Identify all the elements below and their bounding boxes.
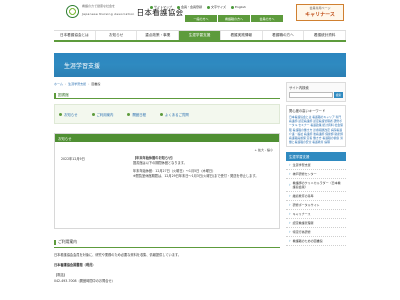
audience-button-public[interactable]: 一般の方へ [185,15,217,22]
notice-text: 【年末年始休館のお知らせ】 図書館は以下の期間休館となります。 年末年始休館：1… [133,156,273,180]
util-link-font-size[interactable]: 文字サイズ [207,5,226,9]
site-search-box: サイト内検索 検索 [286,82,346,102]
search-row: 検索 [287,92,345,101]
notice-line-3: ※閲覧室休館期間は、12月29日年末日～1月3日(火曜日)まで受付・発送を停止し… [133,174,259,179]
side-nav-item[interactable]: 特定行為研修 [286,228,346,238]
gnav-item-practice[interactable]: 看護実践情報 [221,31,263,40]
util-link-english[interactable]: English [231,5,246,9]
cta-main-label: キャリナース [305,12,335,18]
sidebar: サイト内検索 検索 関心度の高いキーワード 日本看護協会とは 看護職のキャリア … [286,82,346,247]
site-search-heading: サイト内検索 [289,86,309,90]
side-nav-item[interactable]: 研修ポータルサイト [286,201,346,211]
gnav-item-for-nurses[interactable]: 看護職の方へ [263,31,305,40]
gnav-item-lifelong-learning[interactable]: 生涯学習支援 [179,31,221,40]
side-nav-item[interactable]: キャリナース [286,210,346,220]
notice-header: お知らせ [55,134,279,142]
breadcrumb: ホーム › 生涯学習支援 › 図書館 [54,82,100,86]
breadcrumb-separator: › [64,82,67,86]
logo-mark-icon [66,5,79,18]
search-input[interactable] [289,92,333,98]
tab-faq[interactable]: よくあるご質問 [160,112,189,117]
section-bar-icon [54,92,56,98]
page-banner: 生涯学習支援 [54,53,346,77]
utility-links: サイトマップ 会員・会員登録 文字サイズ English [150,5,246,9]
tab-schedule[interactable]: 開館日程 [127,112,146,117]
breadcrumb-separator: › [88,82,90,86]
logo-name-text: 日本看護協会 [136,7,184,17]
usage-title: ご利用案内 [54,239,280,248]
page-title: 生涯学習支援 [64,63,101,70]
side-nav-item[interactable]: 認定看護管理者 [286,219,346,229]
tab-usage[interactable]: ご利用案内 [92,112,114,117]
side-nav-item[interactable]: 継続教育の基準 [286,192,346,202]
side-nav-item[interactable]: 看護職のための図書館 [286,237,346,247]
carinurse-button[interactable]: 会員専用ページ キャリナース [296,4,344,21]
audience-buttons: 一般の方へ 看護職の方へ 会員の方へ [185,15,283,22]
section-title: 図書館 [58,92,69,97]
logo-org-en: Japanese Nursing Association [82,11,135,16]
usage-paragraph-2: 日本看護協会図書館（現況） [54,262,96,267]
gnav-item-policy[interactable]: 重点政策・事業 [137,31,180,40]
tab-news[interactable]: お知らせ [59,112,78,117]
library-tabs: お知らせ ご利用案内 開館日程 よくあるご質問 [54,104,280,124]
side-nav-item[interactable]: 生涯学習支援 [286,161,346,171]
audience-button-nurses[interactable]: 看護職の方へ [218,15,250,22]
side-nav-item[interactable]: 看護師のクリニカルラダー（日本看護協会版） [286,179,346,193]
side-nav-heading[interactable]: 生涯学習支援 [286,152,346,162]
notice-date: 2022年12月9日 [61,157,85,161]
gnav-item-about[interactable]: 日本看護協会とは [54,31,96,40]
site-header: 看護の力で健康な社会を Japanese Nursing Association… [0,0,400,30]
main-content: 図書館 お知らせ ご利用案内 開館日程 よくあるご質問 お知らせ + 拡大 - … [54,92,280,284]
breadcrumb-home[interactable]: ホーム [54,82,63,86]
gnav-item-news[interactable]: お知らせ [96,31,138,40]
side-nav-item[interactable]: 神戸研修センター [286,170,346,180]
notice-panel: お知らせ + 拡大 - 縮小 2022年12月9日 【年末年始休館のお知らせ】 … [54,133,280,229]
breadcrumb-lifelong-learning[interactable]: 生涯学習支援 [68,82,86,86]
section-header: 図書館 [54,92,280,99]
notice-line-1: 図書館は以下の期間休館となります。 [133,161,187,166]
search-button[interactable]: 検索 [334,92,343,98]
cta-top-label: 会員専用ページ [309,6,331,10]
usage-paragraph-4: 042-493-7008（開館時間中のお問合せ） [54,278,115,283]
gnav-item-statistics[interactable]: 看護統計資料 [304,31,347,40]
logo-name: Japanese Nursing Association 日本看護協会 [82,7,184,18]
global-nav: 日本看護協会とは お知らせ 重点政策・事業 生涯学習支援 看護実践情報 看護職の… [54,30,347,42]
audience-button-members[interactable]: 会員の方へ [251,15,283,22]
util-link-sitemap[interactable]: サイトマップ [150,5,172,9]
keyword-list[interactable]: 日本看護協会とは 看護職のキャリア 専門看護師 認定看護師 認定看護管理者 研修… [289,115,343,144]
usage-paragraph-3: 【電話】 [54,272,67,277]
side-nav: 生涯学習支援 生涯学習支援 神戸研修センター 看護師のクリニカルラダー（日本看護… [286,152,346,247]
notice-header-title: お知らせ [58,136,72,141]
keyword-box: 関心度の高いキーワード 日本看護協会とは 看護職のキャリア 専門看護師 認定看護… [286,105,346,148]
usage-paragraph-1: 日本看護協会会員を対象に、研究や業務のため必要な資料を収集、情報提供しています。 [54,253,181,257]
usage-section: ご利用案内 日本看護協会会員を対象に、研究や業務のため必要な資料を収集、情報提供… [54,239,280,284]
util-link-members[interactable]: 会員・会員登録 [177,5,202,9]
breadcrumb-current: 図書館 [91,82,101,86]
keyword-heading: 関心度の高いキーワード [289,109,326,113]
zoom-controls[interactable]: + 拡大 - 縮小 [255,148,273,152]
notice-body: + 拡大 - 縮小 2022年12月9日 【年末年始休館のお知らせ】 図書館は以… [55,142,279,178]
